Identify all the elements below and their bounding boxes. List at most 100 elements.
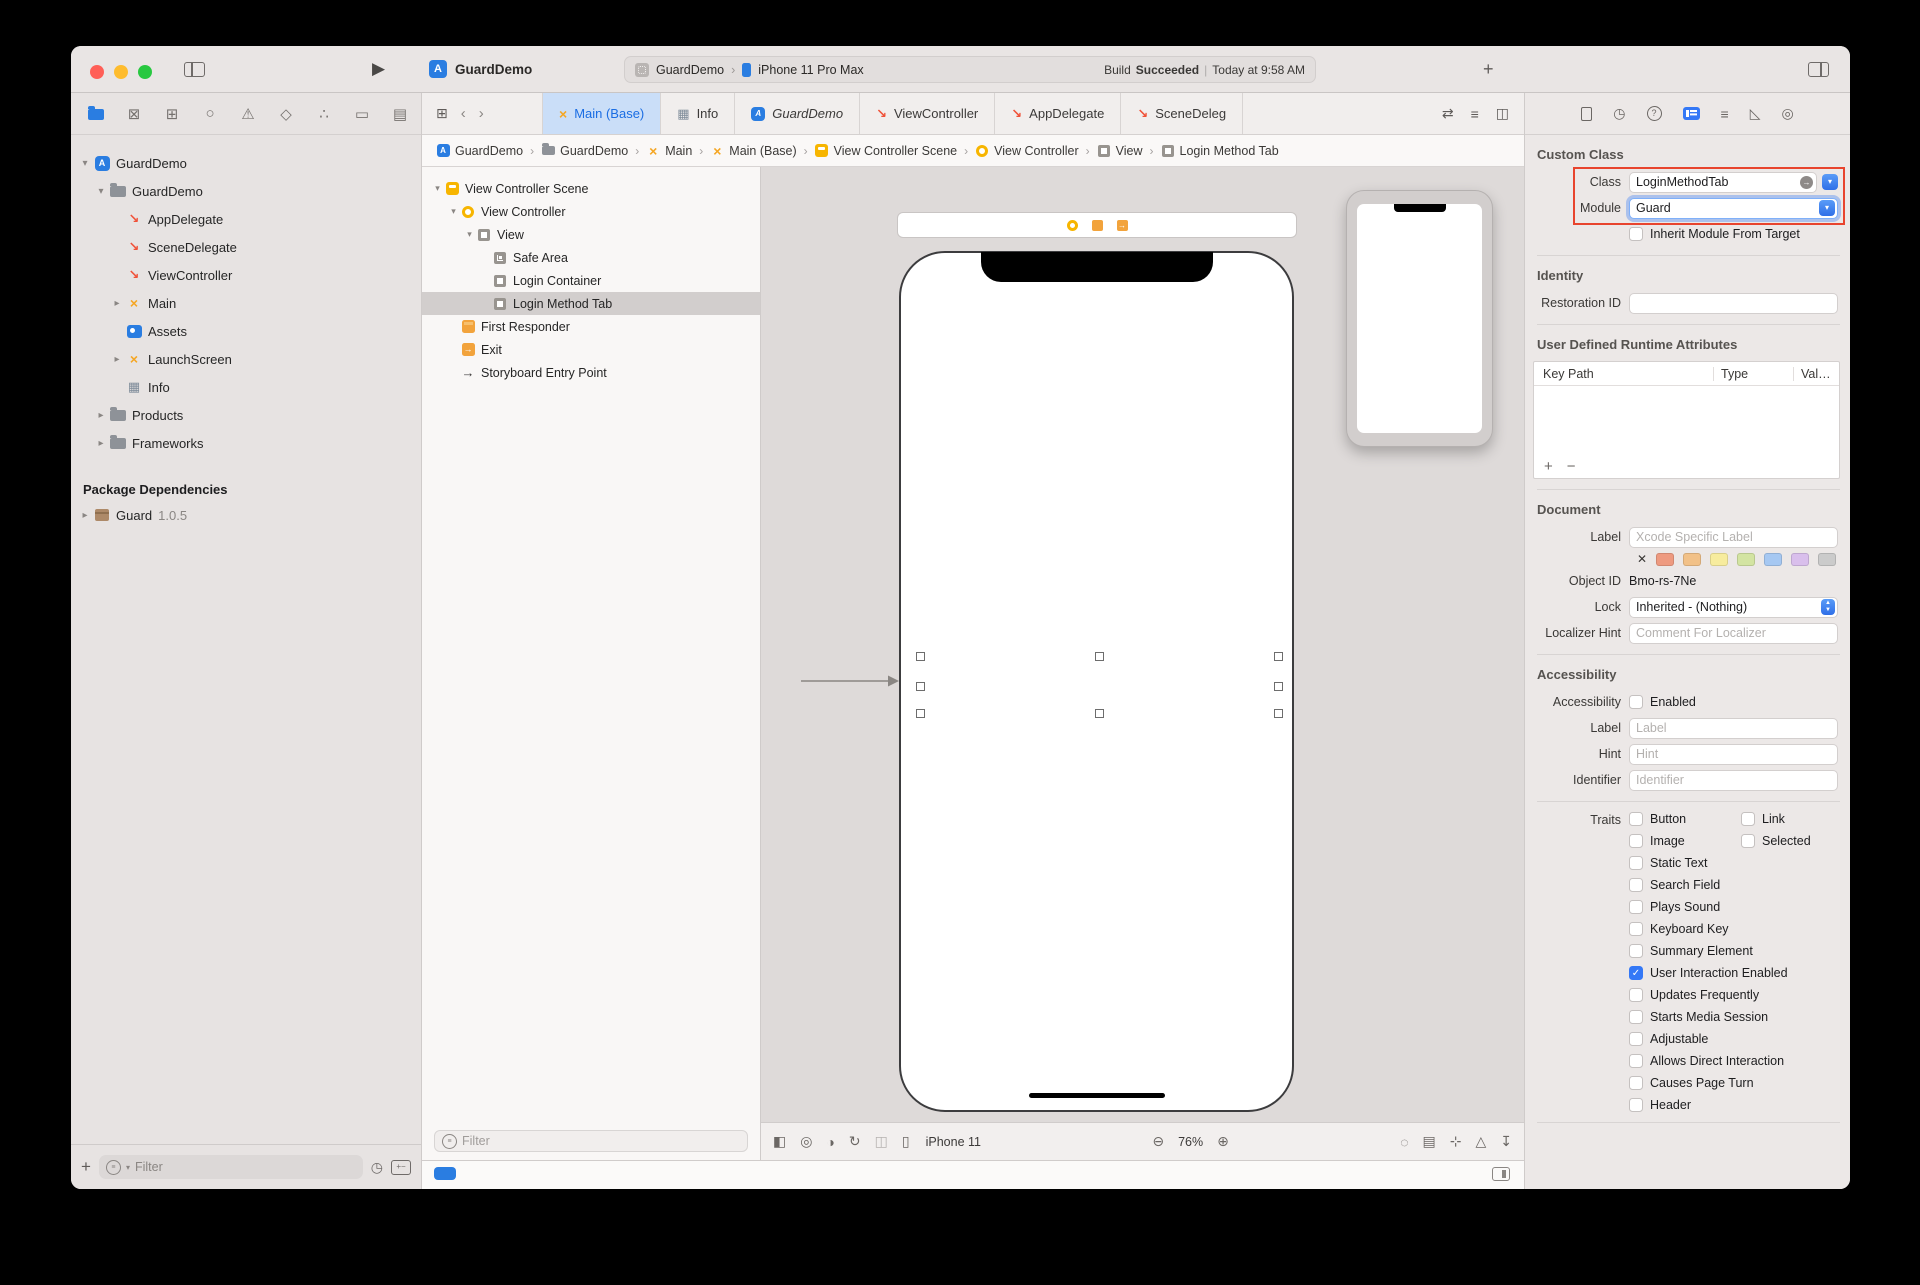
source-control-filter-icon[interactable]: +−	[391, 1160, 411, 1175]
trait-checkbox[interactable]	[1629, 1010, 1643, 1024]
storyboard-canvas[interactable]: →	[761, 167, 1524, 1122]
nav-item-label[interactable]: Main	[148, 296, 176, 311]
report-navigator-icon[interactable]: ▤	[381, 105, 419, 123]
add-constraints-icon[interactable]: ⊹	[1450, 1133, 1462, 1150]
trait-checkbox[interactable]	[1629, 944, 1643, 958]
outline-item-safe-area[interactable]: Safe Area	[422, 246, 760, 269]
trait-checkbox[interactable]	[1629, 812, 1643, 826]
nav-item-launchscreen[interactable]: ▸ × LaunchScreen	[71, 345, 421, 373]
module-dropdown-icon[interactable]: ▾	[1819, 200, 1835, 216]
trait-checkbox[interactable]	[1629, 1054, 1643, 1068]
lock-dropdown[interactable]: ▲▼	[1629, 597, 1838, 618]
trait-header[interactable]: Header	[1629, 1098, 1691, 1112]
selection-handle-top-left[interactable]	[916, 652, 925, 661]
trait-checkbox[interactable]	[1629, 922, 1643, 936]
new-tab-button[interactable]: +	[1483, 59, 1494, 80]
nav-item-label[interactable]: ViewController	[148, 268, 232, 283]
issue-navigator-icon[interactable]: ⚠	[229, 105, 267, 123]
disclosure-icon[interactable]: ▾	[430, 183, 445, 194]
trait-checkbox[interactable]	[1629, 856, 1643, 870]
trait-checkbox[interactable]	[1629, 878, 1643, 892]
close-window-button[interactable]	[90, 65, 104, 79]
scheme-device-name[interactable]: iPhone 11 Pro Max	[758, 63, 863, 77]
tab-main-base[interactable]: × Main (Base)	[542, 93, 660, 134]
resolve-issues-icon[interactable]: △	[1476, 1133, 1487, 1150]
nav-item-guarddemo-project[interactable]: ▾ A GuardDemo	[71, 149, 421, 177]
crumb-login-method-tab[interactable]: Login Method Tab	[1161, 144, 1279, 158]
trait-starts-media-session[interactable]: Starts Media Session	[1629, 1010, 1768, 1024]
trait-user-interaction-enabled[interactable]: User Interaction Enabled	[1629, 966, 1788, 980]
disclosure-icon[interactable]: ▸	[93, 438, 109, 449]
crumb-project[interactable]: A GuardDemo	[436, 144, 523, 158]
nav-item-assets[interactable]: Assets	[71, 317, 421, 345]
help-inspector-icon[interactable]: ?	[1647, 106, 1662, 121]
nav-item-label[interactable]: Products	[132, 408, 183, 423]
outline-item-first-responder[interactable]: First Responder	[422, 315, 760, 338]
remove-attribute-button[interactable]: −	[1567, 458, 1576, 475]
selection-handle-bottom-left[interactable]	[916, 709, 925, 718]
nav-item-label[interactable]: SceneDelegate	[148, 240, 237, 255]
label-color-swatch[interactable]	[1683, 553, 1701, 566]
appearance-toggle-icon[interactable]: ◑	[826, 1134, 834, 1150]
zoom-level[interactable]: 76%	[1178, 1135, 1203, 1149]
trait-checkbox[interactable]	[1741, 834, 1755, 848]
disclosure-icon[interactable]: ▾	[462, 229, 477, 240]
trait-image[interactable]: Image	[1629, 834, 1741, 848]
accessibility-identifier-input[interactable]	[1629, 770, 1838, 791]
file-inspector-icon[interactable]	[1581, 107, 1592, 121]
code-review-icon[interactable]: ⇄	[1442, 105, 1454, 122]
outline-item-entry-point[interactable]: → Storyboard Entry Point	[422, 361, 760, 384]
selection-handle-middle-left[interactable]	[916, 682, 925, 691]
disclosure-icon[interactable]: ▸	[109, 298, 125, 309]
tab-guarddemo[interactable]: A GuardDemo	[734, 93, 859, 134]
lock-stepper-icon[interactable]: ▲▼	[1821, 599, 1835, 615]
trait-checkbox[interactable]	[1629, 1076, 1643, 1090]
disclosure-icon[interactable]: ▸	[77, 510, 93, 521]
trait-checkbox[interactable]	[1629, 834, 1643, 848]
identity-inspector-icon[interactable]	[1683, 107, 1700, 120]
outline-filter-field[interactable]: ≡ Filter	[434, 1130, 748, 1152]
trait-checkbox[interactable]	[1629, 1032, 1643, 1046]
nav-item-label[interactable]: LaunchScreen	[148, 352, 232, 367]
label-color-swatch[interactable]	[1791, 553, 1809, 566]
add-item-button[interactable]: +	[81, 1157, 91, 1177]
add-editor-icon[interactable]: ◫	[1496, 105, 1509, 122]
trait-button[interactable]: Button	[1629, 812, 1741, 826]
debug-navigator-icon[interactable]: ∴	[305, 105, 343, 123]
zoom-out-icon[interactable]: ⊖	[1152, 1133, 1164, 1150]
nav-item-scenedelegate[interactable]: ↘ SceneDelegate	[71, 233, 421, 261]
adjust-editor-icon[interactable]: ≡	[1471, 106, 1479, 122]
back-icon[interactable]: ‹	[461, 105, 466, 122]
trait-link[interactable]: Link	[1741, 812, 1785, 826]
nav-item-viewcontroller[interactable]: ↘ ViewController	[71, 261, 421, 289]
trait-checkbox[interactable]	[1741, 812, 1755, 826]
align-icon[interactable]: ▤	[1423, 1133, 1436, 1150]
clear-color-icon[interactable]: ✕	[1637, 552, 1647, 566]
trait-static-text[interactable]: Static Text	[1629, 856, 1707, 870]
related-items-icon[interactable]: ⊞	[436, 105, 448, 122]
breakpoint-navigator-icon[interactable]: ▭	[343, 105, 381, 123]
crumb-scene[interactable]: View Controller Scene	[815, 144, 957, 158]
nav-item-label[interactable]: GuardDemo	[132, 184, 203, 199]
disclosure-icon[interactable]: ▸	[109, 354, 125, 365]
trait-plays-sound[interactable]: Plays Sound	[1629, 900, 1720, 914]
module-field[interactable]: ▾	[1629, 198, 1838, 219]
accessibility-hint-input[interactable]	[1629, 744, 1838, 765]
accessibility-enabled-checkbox[interactable]	[1629, 695, 1643, 709]
nav-item-label[interactable]: Assets	[148, 324, 187, 339]
history-inspector-icon[interactable]: ◷	[1613, 105, 1625, 122]
nav-item-guarddemo-group[interactable]: ▾ GuardDemo	[71, 177, 421, 205]
build-status[interactable]: Build Succeeded | Today at 9:58 AM	[1104, 63, 1305, 77]
run-button[interactable]: ▶	[372, 59, 385, 79]
selection-handle-bottom-center[interactable]	[1095, 709, 1104, 718]
lock-value[interactable]	[1630, 598, 1817, 617]
selection-handle-middle-right[interactable]	[1274, 682, 1283, 691]
trait-search-field[interactable]: Search Field	[1629, 878, 1720, 892]
trait-summary-element[interactable]: Summary Element	[1629, 944, 1753, 958]
nav-item-info-plist[interactable]: ▦ Info	[71, 373, 421, 401]
tab-scenedelegate[interactable]: ↘ SceneDeleg	[1120, 93, 1243, 134]
label-color-swatch[interactable]	[1710, 553, 1728, 566]
scheme-app-name[interactable]: GuardDemo	[656, 63, 724, 77]
device-preview-thumbnail[interactable]	[1346, 190, 1493, 447]
nav-item-label[interactable]: AppDelegate	[148, 212, 223, 227]
